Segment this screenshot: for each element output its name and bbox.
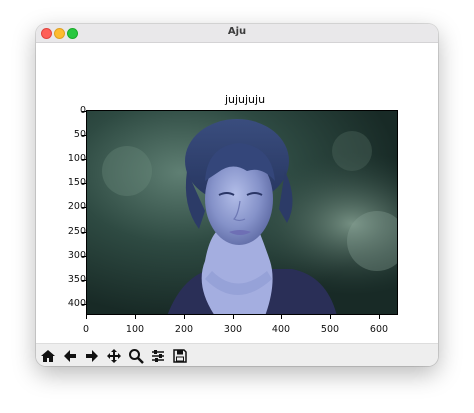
zoom-icon[interactable] [126,346,146,366]
x-tick-mark [135,315,136,319]
x-tick-label: 0 [82,324,90,335]
configure-subplots-icon[interactable] [148,346,168,366]
forward-arrow-icon[interactable] [82,346,102,366]
portrait-image [87,111,397,314]
x-tick-mark [379,315,380,319]
image-axes[interactable] [86,110,398,315]
x-tick-label: 100 [125,324,145,335]
save-icon[interactable] [170,346,190,366]
x-tick-mark [233,315,234,319]
x-tick-mark [86,315,87,319]
back-arrow-icon[interactable] [60,346,80,366]
plot-title: jujujuju [224,93,266,106]
app-window: Aju jujujuju 0 50 100 150 200 250 300 35… [36,24,438,366]
x-tick-mark [184,315,185,319]
pan-icon[interactable] [104,346,124,366]
x-tick-label: 500 [320,324,340,335]
x-tick-mark [281,315,282,319]
figure-canvas[interactable]: jujujuju 0 50 100 150 200 250 300 350 40… [36,43,438,343]
title-bar: Aju [36,24,438,43]
x-tick-label: 400 [271,324,291,335]
home-icon[interactable] [38,346,58,366]
window-title: Aju [227,26,247,37]
navigation-toolbar [36,343,438,366]
x-tick-label: 600 [369,324,389,335]
x-tick-mark [330,315,331,319]
x-tick-label: 300 [223,324,243,335]
x-tick-label: 200 [174,324,194,335]
